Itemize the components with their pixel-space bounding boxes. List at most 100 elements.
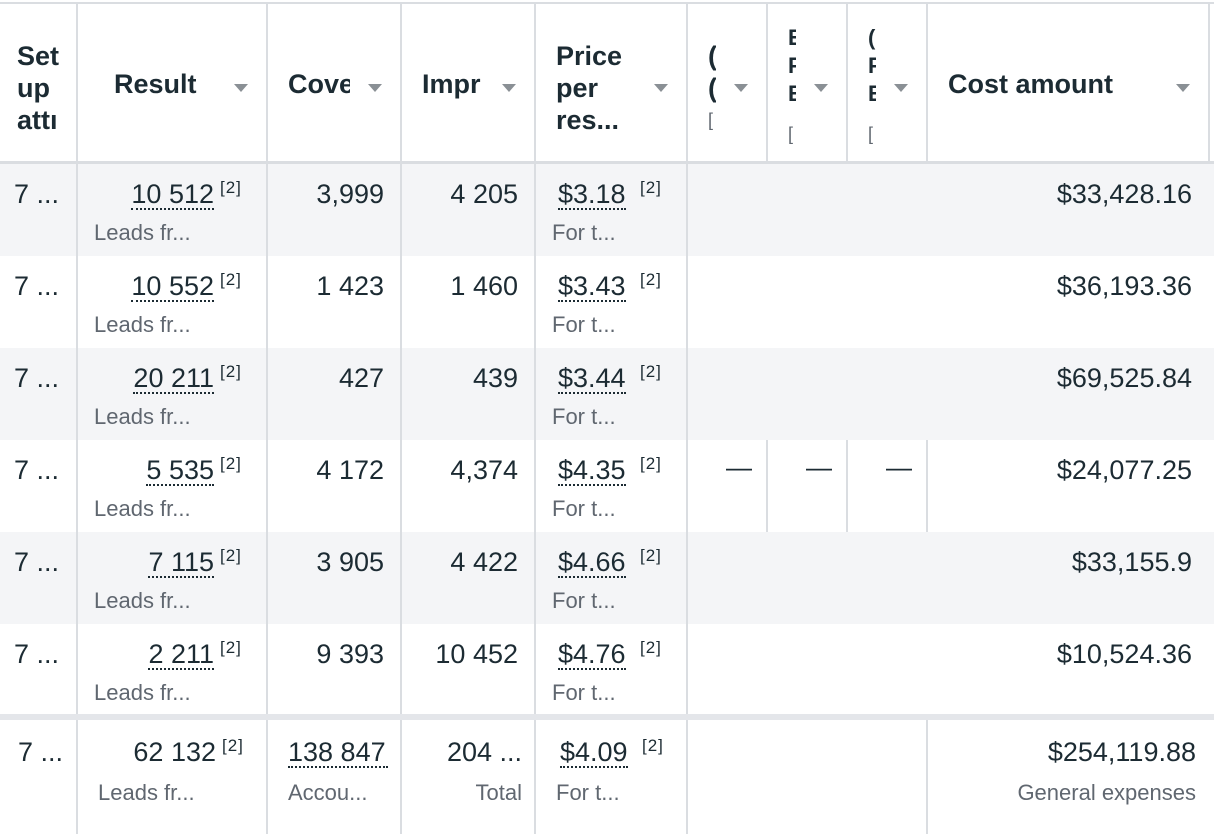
sort-caret-icon[interactable] — [654, 84, 668, 92]
row-result-sub: Leads fr... — [94, 680, 191, 705]
column-header-coverage[interactable]: Cove — [268, 4, 402, 162]
row-result-value[interactable]: 10 512 — [131, 180, 214, 210]
row-cost: $33,155.9 — [1071, 547, 1192, 577]
totals-result-value: 62 132 — [133, 737, 216, 767]
table-row: 7 ... 10 552 [2] Leads fr... 1 423 1 460 $3.43… — [0, 256, 1214, 348]
totals-price-value[interactable]: $4.09 — [560, 738, 628, 768]
column-header-price-per-result[interactable]: Price per res... — [536, 4, 688, 162]
row-setup: 7 ... — [14, 271, 60, 301]
sort-caret-icon[interactable] — [502, 84, 516, 92]
row-setup: 7 ... — [14, 179, 60, 209]
row-cost: $10,524.36 — [1056, 639, 1192, 669]
header-price-line-2: per — [556, 73, 599, 103]
row-coverage: 3 905 — [316, 547, 384, 577]
row-price-value[interactable]: $3.43 — [558, 272, 626, 302]
header-impressions-label: Impr — [422, 69, 481, 99]
row-setup: 7 ... — [14, 547, 60, 577]
row-impressions: 439 — [472, 363, 518, 393]
row-price-sub: For t... — [552, 680, 616, 705]
row-cost: $33,428.16 — [1056, 179, 1192, 209]
row-price-ref: [2] — [640, 362, 662, 381]
totals-cost-value: $254,119.88 — [1047, 737, 1196, 767]
row-price-ref: [2] — [640, 546, 662, 565]
row-result-sub: Leads fr... — [94, 496, 191, 521]
sort-caret-icon[interactable] — [1176, 84, 1190, 92]
row-empty-value: — — [806, 452, 832, 482]
totals-setup: 7 ... — [18, 737, 64, 767]
row-coverage: 427 — [338, 363, 384, 393]
header-coverage-label: Cove — [288, 69, 350, 99]
column-header-truncated-3[interactable]: ( F E [ — [848, 4, 928, 162]
row-result-value[interactable]: 5 535 — [146, 456, 214, 486]
row-impressions: 4 422 — [450, 547, 518, 577]
row-impressions: 10 452 — [435, 639, 518, 669]
row-empty-value: — — [726, 452, 752, 482]
row-result-ref: [2] — [220, 454, 242, 473]
row-result-value[interactable]: 10 552 — [131, 272, 214, 302]
row-setup: 7 ... — [14, 363, 60, 393]
column-header-result[interactable]: Result — [78, 4, 268, 162]
row-price-ref: [2] — [640, 178, 662, 197]
row-coverage: 4 172 — [316, 455, 384, 485]
header-price-line-3: res... — [556, 105, 620, 135]
row-cost: $36,193.36 — [1056, 271, 1192, 301]
sort-caret-icon[interactable] — [894, 84, 908, 92]
row-price-sub: For t... — [552, 588, 616, 613]
header-setup-line-1: Set — [17, 41, 60, 71]
table-row: 7 ... 5 535 [2] Leads fr... 4 172 4,374 $4.35 [… — [0, 440, 1214, 532]
totals-price-ref: [2] — [642, 736, 664, 755]
sort-caret-icon[interactable] — [814, 84, 828, 92]
sort-caret-icon[interactable] — [734, 84, 748, 92]
row-result-value[interactable]: 7 115 — [148, 548, 214, 578]
header-setup-line-2: up — [17, 73, 50, 103]
row-price-sub: For t... — [552, 496, 616, 521]
row-price-value[interactable]: $4.66 — [558, 548, 626, 578]
row-result-sub: Leads fr... — [94, 312, 191, 337]
column-header-cost-amount[interactable]: Cost amount — [928, 4, 1210, 162]
column-header-truncated-2[interactable]: E F E [ — [768, 4, 848, 162]
row-cost: $24,077.25 — [1056, 455, 1192, 485]
header-cost-label: Cost amount — [948, 69, 1113, 99]
row-price-value[interactable]: $3.44 — [558, 364, 626, 394]
header-trunc3-line-2: F — [868, 52, 876, 80]
header-trunc3-line-1: ( — [868, 25, 876, 50]
row-price-sub: For t... — [552, 220, 616, 245]
row-price-value[interactable]: $4.35 — [558, 456, 626, 486]
totals-coverage-value[interactable]: 138 847 — [288, 738, 388, 768]
header-setup-line-3: attı — [17, 105, 58, 135]
header-result-label: Result — [114, 69, 197, 99]
row-price-ref: [2] — [640, 454, 662, 473]
row-price-sub: For t... — [552, 312, 616, 337]
row-empty-value: — — [886, 452, 912, 482]
column-header-impressions[interactable]: Impr — [402, 4, 536, 162]
header-trunc2-line-1: E — [788, 24, 796, 52]
header-trunc2-line-2: F — [788, 52, 796, 80]
row-result-value[interactable]: 2 211 — [148, 640, 214, 670]
table-row: 7 ... 2 211 [2] Leads fr... 9 393 10 452 $4.76… — [0, 624, 1214, 716]
table-row: 7 ... 20 211 [2] Leads fr... 427 439 $3.44 [2] F… — [0, 348, 1214, 440]
table-row: 7 ... 10 512 [2] Leads fr... 3,999 4 205 $3.18… — [0, 164, 1214, 256]
row-price-value[interactable]: $3.18 — [558, 180, 626, 210]
column-header-setup[interactable]: Set up attı — [0, 4, 78, 162]
header-trunc1-line-2: ( — [708, 72, 716, 104]
row-result-ref: [2] — [220, 270, 242, 289]
column-header-truncated-1[interactable]: ( ( [ — [688, 4, 768, 162]
row-result-sub: Leads fr... — [94, 588, 191, 613]
row-result-ref: [2] — [220, 178, 242, 197]
header-price-line-1: Price — [556, 41, 623, 71]
row-result-sub: Leads fr... — [94, 220, 191, 245]
totals-price-sub: For t... — [556, 780, 620, 805]
header-trunc1-line-1: ( — [708, 40, 716, 72]
header-trunc3-sub: [ — [868, 124, 874, 144]
row-impressions: 1 460 — [450, 271, 518, 301]
row-impressions: 4 205 — [450, 179, 518, 209]
sort-caret-icon[interactable] — [234, 84, 248, 92]
totals-row: 7 ... 62 132 [2] Leads fr... 138 847 Acc… — [0, 720, 1214, 834]
header-trunc1-sub: [ — [708, 110, 714, 130]
row-result-value[interactable]: 20 211 — [133, 364, 214, 394]
row-price-value[interactable]: $4.76 — [558, 640, 626, 670]
row-coverage: 9 393 — [316, 639, 384, 669]
row-coverage: 1 423 — [316, 271, 384, 301]
sort-caret-icon[interactable] — [368, 84, 382, 92]
row-result-sub: Leads fr... — [94, 404, 191, 429]
